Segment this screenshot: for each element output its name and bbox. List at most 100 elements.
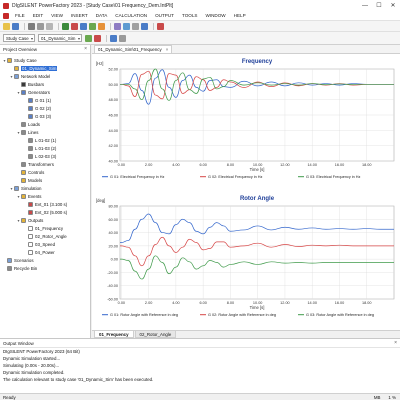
menu-edit[interactable]: EDIT [29,13,47,18]
tree-item[interactable]: 01_Dynamic_Sim [9,64,58,72]
tree-item[interactable]: G 01 (1) [23,96,51,104]
x-tick-label: 8.00 [227,163,234,167]
tree-item[interactable]: G 02 (2) [23,104,51,112]
memory-indicator: MB [373,395,381,400]
cut-icon[interactable] [28,22,35,30]
tree-item[interactable]: G 03 (3) [23,112,51,120]
plot-page-tabs: 01_Frequency 02_Rotor_Angle [92,330,400,338]
project-overview-title: Project Overview [3,46,38,52]
tree-item[interactable]: 02_Rotor_Angle [23,232,67,240]
tree-item-label: Simulation [21,185,42,191]
grid-icon[interactable] [119,34,126,42]
x-tick-label: 0.00 [118,163,125,167]
start-simulation-icon[interactable] [89,22,96,30]
tree-item[interactable]: 01_Frequency [23,224,63,232]
tree-item[interactable]: 03_Speed [23,240,55,248]
x-tick-label: 2.00 [145,301,152,305]
data-manager-icon[interactable] [141,22,148,30]
tree-item[interactable]: L 01-03 (2) [23,144,56,152]
tree-item[interactable]: ▾ Generators [16,88,50,96]
menu-file[interactable]: FILE [11,13,29,18]
stop-simulation-icon[interactable] [98,22,105,30]
menu-help[interactable]: HELP [230,13,250,18]
maximize-icon[interactable]: ☐ [372,0,386,11]
tree-item[interactable]: ▾ Lines [16,128,39,136]
y-tick-label: 50.00 [108,83,118,87]
menu-output[interactable]: OUTPUT [151,13,178,18]
tree-node-icon [28,113,33,119]
tree-item[interactable]: Controls [16,168,44,176]
close-icon[interactable]: ✕ [386,0,400,11]
active-case-combo[interactable]: 01_Dynamic_Sim ▾ [38,34,82,42]
report-icon[interactable] [132,22,139,30]
tree-item-label: Models [28,177,43,183]
tree-item[interactable]: ▾ Simulation [9,184,42,192]
copy-icon[interactable] [37,22,44,30]
save-icon[interactable] [12,22,19,30]
output-line: DIgSILENT PowerFactory 2023 (64 Bit) [3,349,80,354]
tree-item[interactable]: ▾ Outputs [16,216,43,224]
close-icon[interactable]: × [84,46,87,52]
tree-item[interactable]: L 02-03 (3) [23,152,56,160]
tree-node-icon [28,225,33,231]
chart-title: Frequency [242,59,273,65]
tree-node-icon [28,153,33,159]
legend-label: G 01: Electrical Frequency in Hz [110,175,165,179]
tree-node-icon [28,105,33,111]
open-folder-icon[interactable] [3,22,10,30]
load-flow-icon[interactable] [62,22,69,30]
tree-item[interactable]: Evt_02 (5.000 s) [23,208,67,216]
tab-02-rotor-angle[interactable]: 02_Rotor_Angle [134,331,177,338]
legend-label: G 02: Rotor Angle with Reference in deg [208,313,276,317]
close-icon[interactable]: × [166,47,169,52]
frequency-plot: Frequency [Hz] 52.00 50.00 48.00 46.00 44.00 42… [96,59,395,179]
tree-item[interactable]: ▾ Network Model [9,72,50,80]
deactivate-icon[interactable] [94,34,101,42]
legend-label: G 03: Rotor Angle with Reference in deg [306,313,374,317]
tab-document[interactable]: 01_Dynamic_Sim\01_Frequency × [94,45,173,53]
tree-item[interactable]: Busbars [16,80,44,88]
tab-01-frequency[interactable]: 01_Frequency [94,331,134,338]
minimize-icon[interactable]: — [358,0,372,11]
tree-item[interactable]: ▾ Events [16,192,41,200]
activate-icon[interactable] [85,34,92,42]
menu-tools[interactable]: TOOLS [178,13,202,18]
zoom-icon[interactable] [123,22,130,30]
graphic-icon[interactable] [110,34,117,42]
menu-view[interactable]: VIEW [47,13,67,18]
tree-item[interactable]: Loads [16,120,40,128]
simulation-icon[interactable] [80,22,87,30]
tree-item[interactable]: Recycle Bin [2,264,37,272]
app-menu-icon[interactable] [3,12,9,19]
menu-calculation[interactable]: CALCULATION [111,13,151,18]
tree-item[interactable]: ▾ Study Case [2,56,37,64]
study-case-combo[interactable]: Study Case ▾ [3,34,35,42]
tree-item[interactable]: Scenarios [2,256,34,264]
tree-item-label: 01_Dynamic_Sim [21,65,58,71]
help-icon[interactable] [157,22,164,30]
tree-item-label: 01_Frequency [35,225,64,231]
close-icon[interactable]: × [394,340,397,346]
menu-data[interactable]: DATA [92,13,112,18]
y-tick-label: 40.00 [108,160,118,164]
active-case-combo-value: 01_Dynamic_Sim [41,35,76,41]
project-overview-header: Project Overview × [0,45,90,54]
paste-icon[interactable] [46,22,53,30]
plot-icon[interactable] [114,22,121,30]
tree-item-label: Network Model [21,73,51,79]
tree-item[interactable]: L 01-02 (1) [23,136,56,144]
menu-window[interactable]: WINDOW [201,13,229,18]
tree-item[interactable]: 04_Power [23,248,55,256]
output-window: Output Window × DIgSILENT PowerFactory 2… [0,338,400,393]
x-tick-label: 18.00 [362,301,372,305]
x-tick-label: 6.00 [199,301,206,305]
tree-item-label: 04_Power [35,249,55,255]
menu-insert[interactable]: INSERT [67,13,92,18]
tree-item[interactable]: Transformers [16,160,54,168]
tree-item[interactable]: Evt_01 (3.100 s) [23,200,67,208]
plot-area [119,205,395,300]
y-tick-label: 20.00 [108,244,118,248]
tree-item[interactable]: Models [16,176,42,184]
y-tick-label: -20.00 [107,271,118,275]
short-circuit-icon[interactable] [71,22,78,30]
